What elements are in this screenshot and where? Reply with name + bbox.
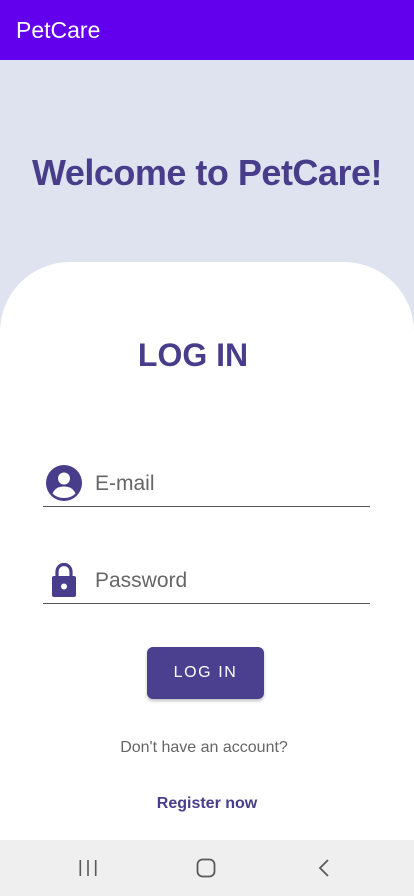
account-circle-icon [46,465,82,501]
back-icon [318,859,329,877]
no-account-text: Don't have an account? [120,739,288,756]
home-button[interactable] [184,850,228,886]
home-icon [196,858,216,878]
login-button[interactable]: LOG IN [147,647,264,699]
password-field [43,558,370,604]
login-card: LOG IN LOG IN Don't have an account? Reg… [0,262,414,840]
system-nav-bar [0,840,414,896]
welcome-title: Welcome to PetCare! [32,152,382,193]
register-now-link[interactable]: Register now [0,795,414,813]
email-input[interactable] [95,469,355,499]
app-title: PetCare [16,16,101,43]
lock-icon [52,562,76,597]
password-input[interactable] [95,566,355,596]
login-heading: LOG IN [137,337,249,373]
recent-apps-button[interactable] [66,850,110,886]
back-button[interactable] [302,850,346,886]
email-field [43,461,370,507]
recent-apps-icon [79,860,97,876]
app-bar: PetCare [0,0,414,60]
